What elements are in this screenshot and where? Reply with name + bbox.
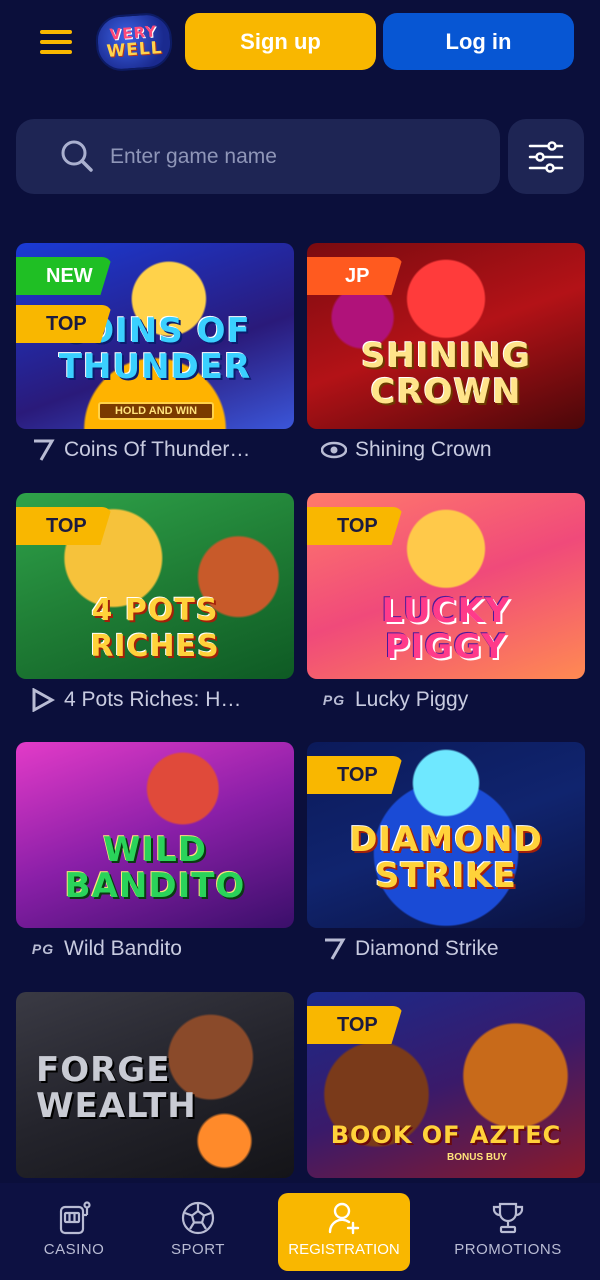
game-title: Diamond Strike bbox=[355, 937, 499, 960]
filter-button[interactable] bbox=[508, 119, 584, 194]
soccer-ball-icon bbox=[181, 1201, 215, 1235]
game-name-row: Shining Crown bbox=[319, 435, 585, 465]
log-in-button[interactable]: Log in bbox=[383, 13, 574, 70]
game-thumbnail[interactable]: SHINING CROWN JP bbox=[307, 243, 585, 429]
top-header: VERY WELL Sign up Log in bbox=[0, 0, 600, 90]
game-art-title: FORGE WEALTH bbox=[36, 1050, 197, 1126]
game-card-shining-crown[interactable]: SHINING CROWN JP Shining Crown bbox=[307, 243, 585, 483]
game-thumbnail[interactable]: DIAMOND STRIKE TOP bbox=[307, 742, 585, 928]
game-art-title: DIAMOND STRIKE bbox=[349, 820, 543, 896]
badge-new: NEW bbox=[16, 257, 112, 295]
seven-icon bbox=[28, 437, 58, 463]
game-art-subtitle: BONUS BUY bbox=[447, 1152, 508, 1163]
logo-text-well: WELL bbox=[105, 38, 164, 62]
game-title: Coins Of Thunder… bbox=[64, 438, 251, 461]
game-art-title: LUCKY PIGGY bbox=[381, 591, 511, 667]
game-title: 4 Pots Riches: H… bbox=[64, 688, 242, 711]
nav-casino[interactable]: CASINO bbox=[14, 1193, 134, 1273]
game-thumbnail[interactable]: 4 POTS RICHES TOP bbox=[16, 493, 294, 679]
search-input[interactable] bbox=[110, 137, 480, 177]
trophy-icon bbox=[492, 1202, 524, 1234]
nav-sport[interactable]: SPORT bbox=[138, 1193, 258, 1273]
search-bar bbox=[16, 119, 500, 194]
badge-top: TOP bbox=[307, 1006, 403, 1044]
game-title: Lucky Piggy bbox=[355, 688, 469, 711]
game-card-4-pots-riches[interactable]: 4 POTS RICHES TOP 4 Pots Riches: H… bbox=[16, 493, 294, 733]
nav-promotions[interactable]: PROMOTIONS bbox=[448, 1193, 568, 1273]
seven-icon bbox=[319, 936, 349, 962]
game-thumbnail[interactable]: FORGE WEALTH bbox=[16, 992, 294, 1178]
game-art-title: BOOK OF AZTEC bbox=[330, 1121, 562, 1149]
badge-top: TOP bbox=[16, 507, 112, 545]
badge-top: TOP bbox=[307, 756, 403, 794]
game-name-row: 4 Pots Riches: H… bbox=[28, 685, 294, 715]
pg-icon: PG bbox=[322, 692, 346, 708]
badge-jp: JP bbox=[307, 257, 403, 295]
game-title: Shining Crown bbox=[355, 438, 492, 461]
game-title: Wild Bandito bbox=[64, 937, 182, 960]
filter-sliders-icon bbox=[528, 140, 564, 173]
game-thumbnail[interactable]: COINS OF THUNDER HOLD AND WIN NEW TOP bbox=[16, 243, 294, 429]
game-art-title: WILD BANDITO bbox=[64, 830, 246, 906]
badge-top: TOP bbox=[16, 305, 112, 343]
game-name-row: Diamond Strike bbox=[319, 934, 585, 964]
menu-icon[interactable] bbox=[40, 30, 72, 54]
game-art-subtitle: HOLD AND WIN bbox=[98, 402, 214, 420]
nav-promotions-label: PROMOTIONS bbox=[454, 1241, 562, 1258]
nav-registration-label: REGISTRATION bbox=[288, 1241, 400, 1258]
game-card-coins-of-thunder[interactable]: COINS OF THUNDER HOLD AND WIN NEW TOP Co… bbox=[16, 243, 294, 483]
eye-icon bbox=[319, 437, 349, 463]
game-art-title: 4 POTS RICHES bbox=[90, 593, 220, 664]
game-card-lucky-piggy[interactable]: LUCKY PIGGY TOP PG Lucky Piggy bbox=[307, 493, 585, 733]
search-icon bbox=[61, 140, 93, 172]
game-thumbnail[interactable]: WILD BANDITO bbox=[16, 742, 294, 928]
badge-top: TOP bbox=[307, 507, 403, 545]
site-logo[interactable]: VERY WELL bbox=[94, 11, 174, 73]
game-card-wild-bandito[interactable]: WILD BANDITO PG Wild Bandito bbox=[16, 742, 294, 982]
game-thumbnail[interactable]: LUCKY PIGGY TOP bbox=[307, 493, 585, 679]
slot-machine-icon bbox=[59, 1201, 91, 1235]
pg-icon: PG bbox=[31, 941, 55, 957]
game-art-title: SHINING CROWN bbox=[360, 336, 532, 412]
play-icon bbox=[28, 687, 58, 713]
game-name-row: Coins Of Thunder… bbox=[28, 435, 294, 465]
game-name-row: PG Lucky Piggy bbox=[319, 685, 585, 715]
nav-registration[interactable]: REGISTRATION bbox=[278, 1193, 410, 1271]
sign-up-button[interactable]: Sign up bbox=[185, 13, 376, 70]
nav-casino-label: CASINO bbox=[43, 1241, 105, 1258]
game-name-row: PG Wild Bandito bbox=[28, 934, 294, 964]
game-card-diamond-strike[interactable]: DIAMOND STRIKE TOP Diamond Strike bbox=[307, 742, 585, 982]
add-user-icon bbox=[328, 1202, 360, 1235]
nav-sport-label: SPORT bbox=[171, 1241, 225, 1258]
game-thumbnail[interactable]: BOOK OF AZTEC BONUS BUY TOP bbox=[307, 992, 585, 1178]
